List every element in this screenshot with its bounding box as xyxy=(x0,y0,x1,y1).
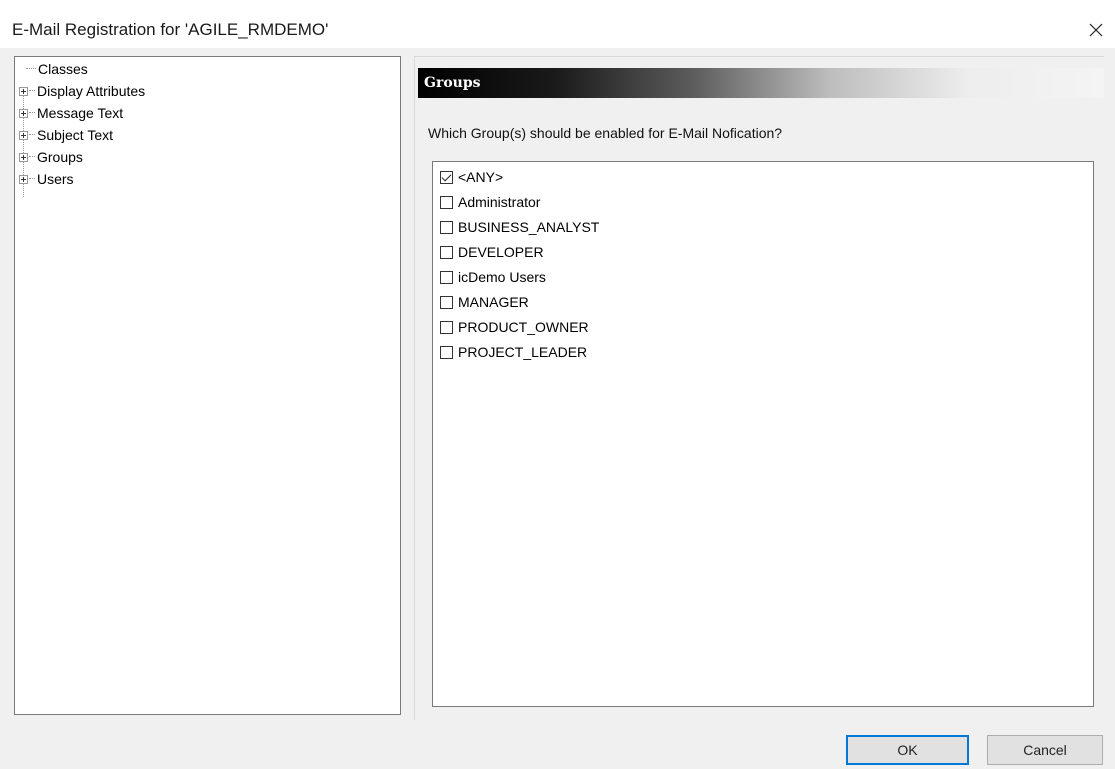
checkbox[interactable] xyxy=(440,345,453,359)
close-button[interactable] xyxy=(1084,18,1108,42)
tree-item-label: Users xyxy=(37,171,74,187)
category-tree[interactable]: Classes Display Attributes Message Text … xyxy=(14,56,401,715)
tree-connector-icon xyxy=(29,134,35,136)
group-item-label: PROJECT_LEADER xyxy=(458,344,588,360)
tree-item-users[interactable]: Users xyxy=(19,168,74,190)
tree-item-label: Groups xyxy=(37,149,83,165)
expand-plus-icon[interactable] xyxy=(19,152,28,162)
tree-item-label: Subject Text xyxy=(37,127,114,143)
checkbox[interactable] xyxy=(440,270,453,284)
group-item-label: Administrator xyxy=(458,194,541,210)
expand-plus-icon[interactable] xyxy=(19,130,28,140)
tree-item-display-attributes[interactable]: Display Attributes xyxy=(19,80,145,102)
checkbox[interactable] xyxy=(440,220,453,234)
group-item-icdemo-users[interactable]: icDemo Users xyxy=(440,265,546,289)
tree-connector-icon xyxy=(26,68,36,70)
dialog-window: E-Mail Registration for 'AGILE_RMDEMO' C… xyxy=(0,0,1115,769)
checkbox[interactable] xyxy=(440,245,453,259)
group-item-administrator[interactable]: Administrator xyxy=(440,190,540,214)
tree-item-label: Message Text xyxy=(37,105,124,121)
expand-plus-icon[interactable] xyxy=(19,108,28,118)
tree-item-label: Display Attributes xyxy=(37,83,146,99)
tree-item-subject-text[interactable]: Subject Text xyxy=(19,124,113,146)
group-item-label: BUSINESS_ANALYST xyxy=(458,219,600,235)
tree-item-classes[interactable]: Classes xyxy=(19,58,88,80)
window-title: E-Mail Registration for 'AGILE_RMDEMO' xyxy=(12,20,329,39)
section-header-title: Groups xyxy=(424,75,481,91)
checkbox[interactable] xyxy=(440,195,453,209)
group-item-label: icDemo Users xyxy=(458,269,546,285)
tree-item-groups[interactable]: Groups xyxy=(19,146,83,168)
checkbox[interactable] xyxy=(440,320,453,334)
group-item-manager[interactable]: MANAGER xyxy=(440,290,529,314)
group-item-any[interactable]: <ANY> xyxy=(440,165,503,189)
group-item-label: DEVELOPER xyxy=(458,244,544,260)
tree-connector-icon xyxy=(29,178,35,180)
tree-connector-icon xyxy=(29,90,35,92)
checkbox[interactable] xyxy=(440,295,453,309)
checkbox-checked[interactable] xyxy=(440,170,453,184)
expand-plus-icon[interactable] xyxy=(19,174,28,184)
close-icon xyxy=(1089,23,1103,37)
tree-item-label: Classes xyxy=(38,61,88,77)
group-item-label: MANAGER xyxy=(458,294,529,310)
ok-button[interactable]: OK xyxy=(846,735,969,765)
group-item-business-analyst[interactable]: BUSINESS_ANALYST xyxy=(440,215,599,239)
tree-connector-icon xyxy=(29,156,35,158)
group-item-label: <ANY> xyxy=(458,169,504,185)
group-checklist[interactable]: <ANY> Administrator BUSINESS_ANALYST DEV… xyxy=(432,161,1094,707)
group-item-project-leader[interactable]: PROJECT_LEADER xyxy=(440,340,587,364)
group-item-label: PRODUCT_OWNER xyxy=(458,319,589,335)
tree-item-message-text[interactable]: Message Text xyxy=(19,102,123,124)
section-header: Groups xyxy=(418,68,1104,98)
title-bar: E-Mail Registration for 'AGILE_RMDEMO' xyxy=(0,0,1115,48)
expand-plus-icon[interactable] xyxy=(19,86,28,96)
group-item-product-owner[interactable]: PRODUCT_OWNER xyxy=(440,315,589,339)
question-label: Which Group(s) should be enabled for E-M… xyxy=(428,125,783,141)
group-item-developer[interactable]: DEVELOPER xyxy=(440,240,544,264)
tree-connector-icon xyxy=(29,112,35,114)
cancel-button[interactable]: Cancel xyxy=(987,735,1103,765)
